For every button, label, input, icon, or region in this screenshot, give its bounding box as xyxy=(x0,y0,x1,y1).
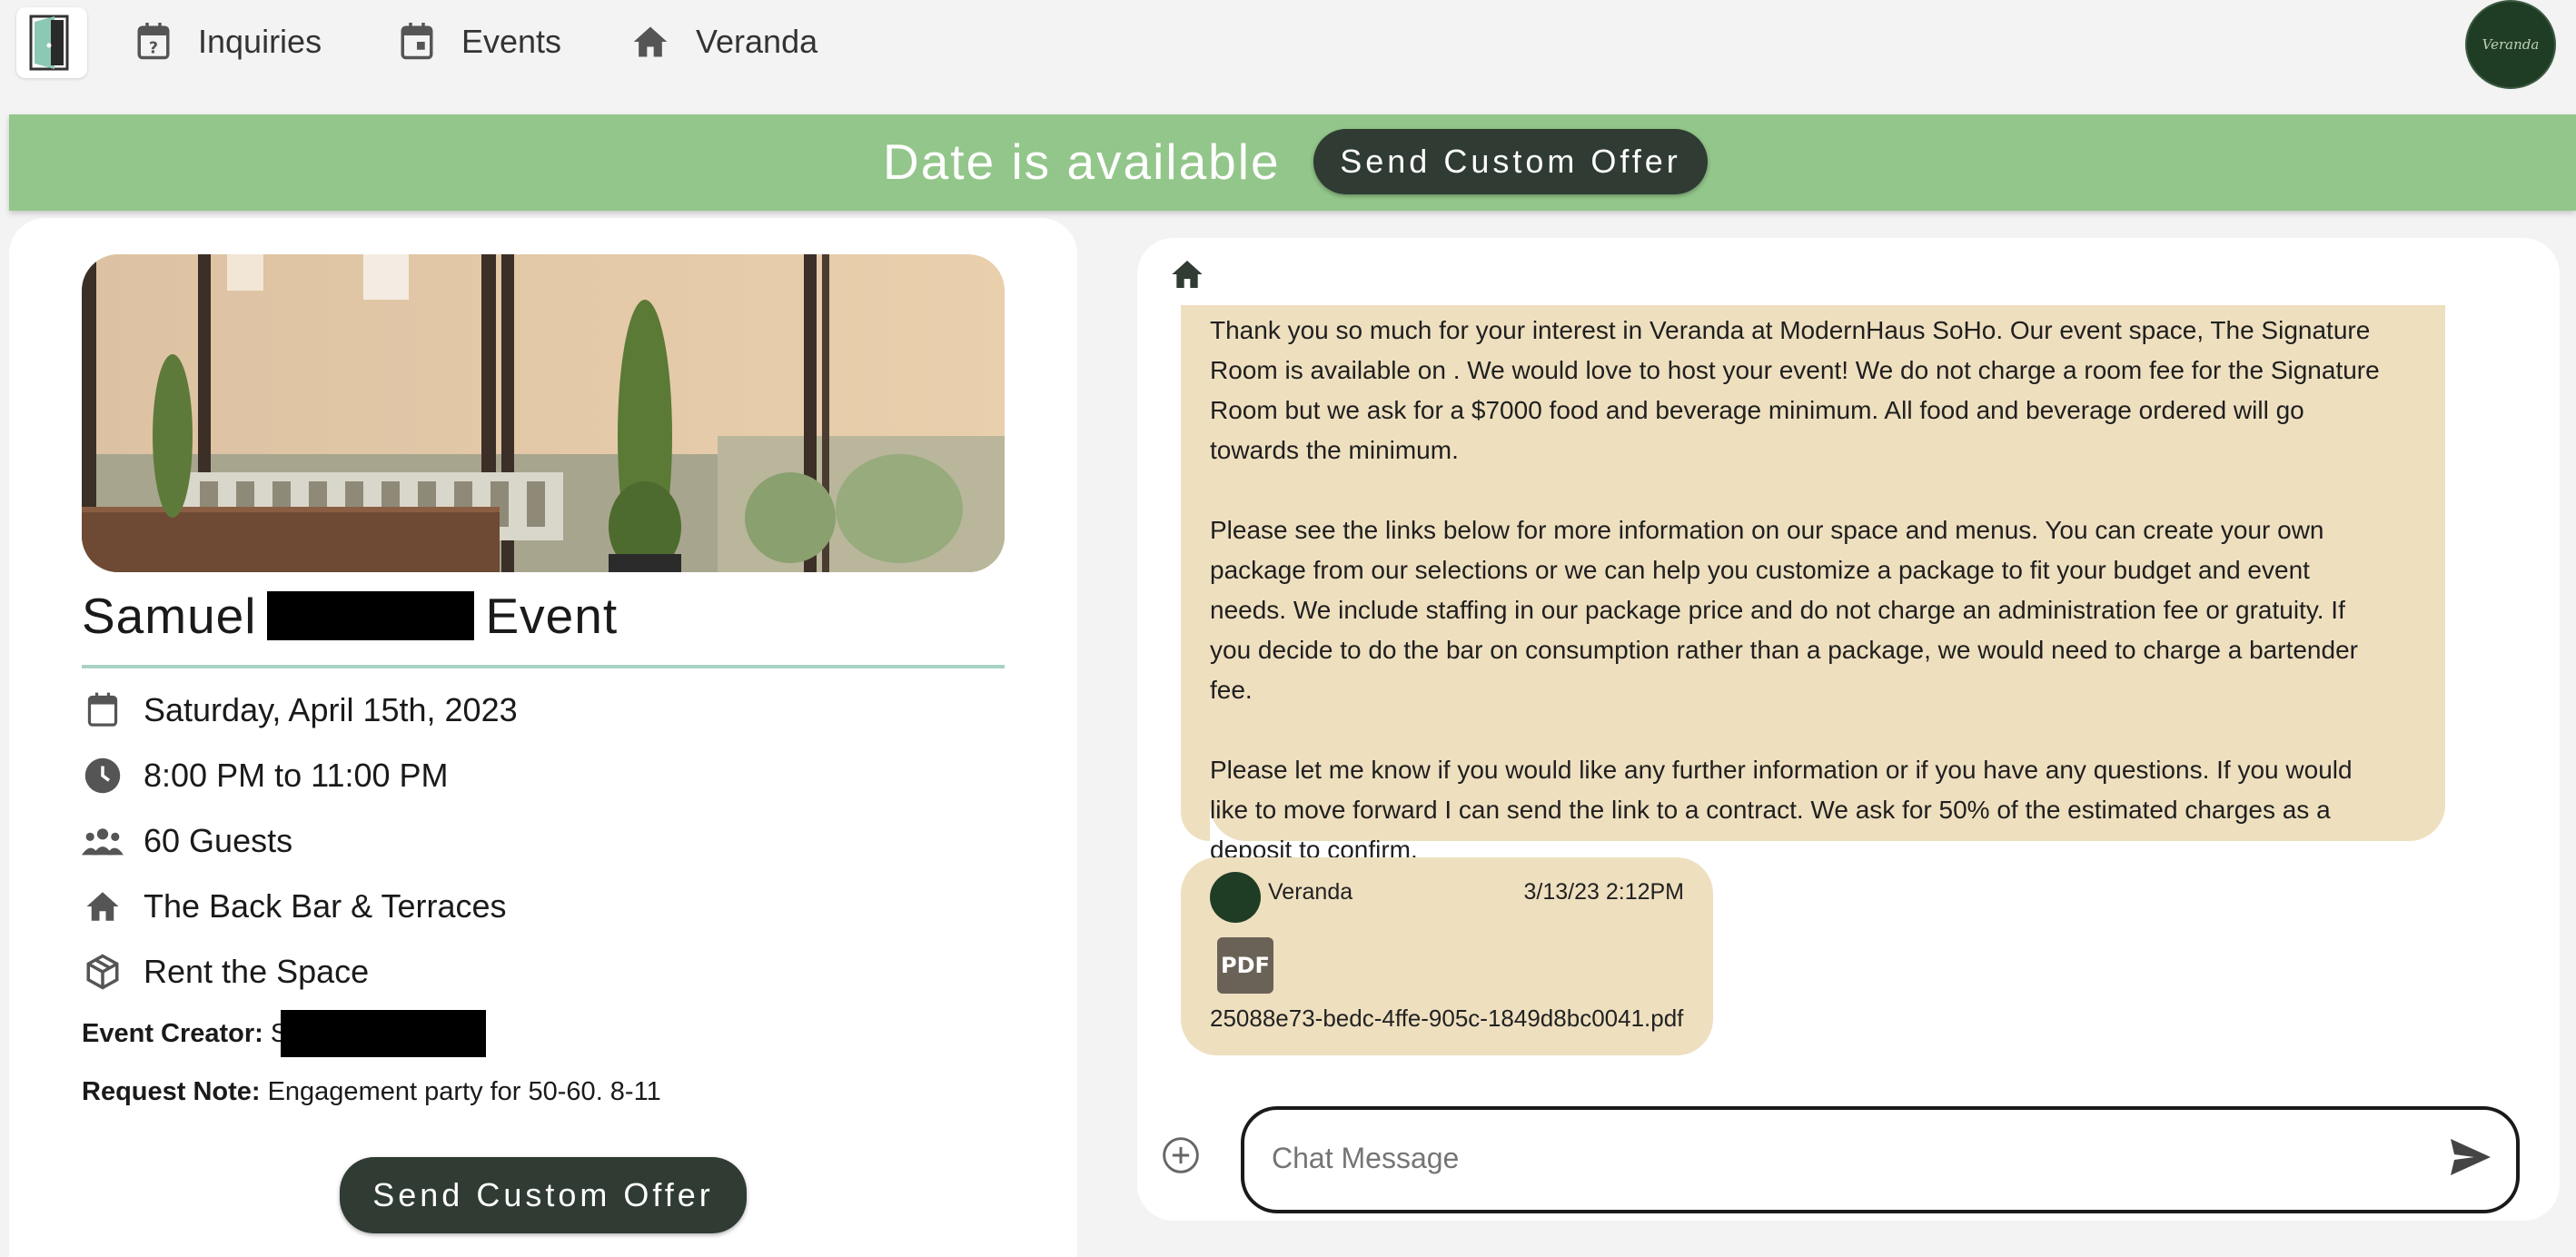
event-title-last: Event xyxy=(485,588,619,644)
event-time-row: 8:00 PM to 11:00 PM xyxy=(82,750,449,801)
home-icon xyxy=(633,26,668,57)
redacted-name xyxy=(267,591,475,640)
request-note-row: Request Note: Engagement party for 50-60… xyxy=(82,1068,661,1115)
event-type-row: Rent the Space xyxy=(82,946,369,997)
app-logo[interactable] xyxy=(16,7,87,78)
calendar-icon xyxy=(82,689,124,731)
event-creator-label: Event Creator: xyxy=(82,1018,263,1048)
chat-message-input[interactable] xyxy=(1270,1128,2400,1188)
attachment-bubble: Veranda 3/13/23 2:12PM PDF 25088e73-bedc… xyxy=(1181,857,1713,1055)
door-logo-icon xyxy=(29,15,69,71)
nav-veranda[interactable]: Veranda xyxy=(630,16,817,67)
send-icon[interactable] xyxy=(2449,1137,2492,1182)
event-location-row: The Back Bar & Terraces xyxy=(82,881,507,932)
home-icon xyxy=(82,886,124,927)
request-note-value: Engagement party for 50-60. 8-11 xyxy=(267,1076,661,1106)
message-paragraph-3: Please let me know if you would like any… xyxy=(1210,756,2353,864)
redacted-creator xyxy=(281,1010,487,1057)
availability-banner: Date is available Send Custom Offer xyxy=(9,114,2576,211)
venue-photo xyxy=(82,254,1005,572)
message-bubble: Thank you so much for your interest in V… xyxy=(1210,305,2445,944)
event-guests: 60 Guests xyxy=(144,822,293,859)
message-timestamp: 3/13/23 2:12PM xyxy=(1523,879,1684,905)
people-icon xyxy=(82,820,124,862)
sender-name: Veranda xyxy=(1268,879,1353,905)
message-paragraph-2: Please see the links below for more info… xyxy=(1210,516,2358,704)
nav-inquiries[interactable]: ? Inquiries xyxy=(134,16,322,67)
svg-text:?: ? xyxy=(149,39,158,57)
nav-inquiries-label: Inquiries xyxy=(198,23,322,60)
nav-events[interactable]: Events xyxy=(398,16,561,67)
event-guests-row: 60 Guests xyxy=(82,816,292,866)
availability-status: Date is available xyxy=(883,134,1281,190)
clock-icon xyxy=(82,755,124,797)
event-title-first: Samuel xyxy=(82,588,257,644)
event-type: Rent the Space xyxy=(144,953,370,990)
event-location: The Back Bar & Terraces xyxy=(144,887,507,925)
home-icon[interactable] xyxy=(1168,256,1206,297)
title-divider xyxy=(82,665,1005,668)
event-date: Saturday, April 15th, 2023 xyxy=(144,691,518,728)
calendar-icon xyxy=(401,23,433,60)
package-icon xyxy=(82,951,124,993)
avatar-text: Veranda xyxy=(2482,36,2540,53)
sender-avatar xyxy=(1210,872,1261,923)
nav-events-label: Events xyxy=(461,23,562,60)
message-paragraph-1: Thank you so much for your interest in V… xyxy=(1210,316,2380,464)
pdf-file-icon[interactable]: PDF xyxy=(1217,937,1273,994)
attachment-filename[interactable]: 25088e73-bedc-4ffe-905c-1849d8bc0041.pdf xyxy=(1210,1005,1683,1033)
chat-input-box xyxy=(1241,1106,2520,1213)
message-bubble-edge xyxy=(1181,305,1210,841)
event-date-row: Saturday, April 15th, 2023 xyxy=(82,685,518,736)
event-title: Samuel Event xyxy=(82,581,618,650)
send-custom-offer-button[interactable]: Send Custom Offer xyxy=(340,1157,747,1233)
nav-veranda-label: Veranda xyxy=(696,23,818,60)
send-custom-offer-button-top[interactable]: Send Custom Offer xyxy=(1313,129,1708,194)
venue-photo-illustration xyxy=(82,254,1005,572)
event-time: 8:00 PM to 11:00 PM xyxy=(144,757,449,794)
add-attachment-icon[interactable] xyxy=(1161,1135,1201,1180)
calendar-question-icon: ? xyxy=(137,23,170,60)
user-avatar[interactable]: Veranda xyxy=(2465,0,2556,89)
request-note-label: Request Note: xyxy=(82,1076,261,1106)
event-creator-row: Event Creator: S xyxy=(82,1010,487,1057)
top-nav: ? Inquiries Events Veranda Veranda xyxy=(0,0,2576,109)
event-details-card: Samuel Event Saturday, April 15th, 2023 … xyxy=(9,218,1077,1257)
